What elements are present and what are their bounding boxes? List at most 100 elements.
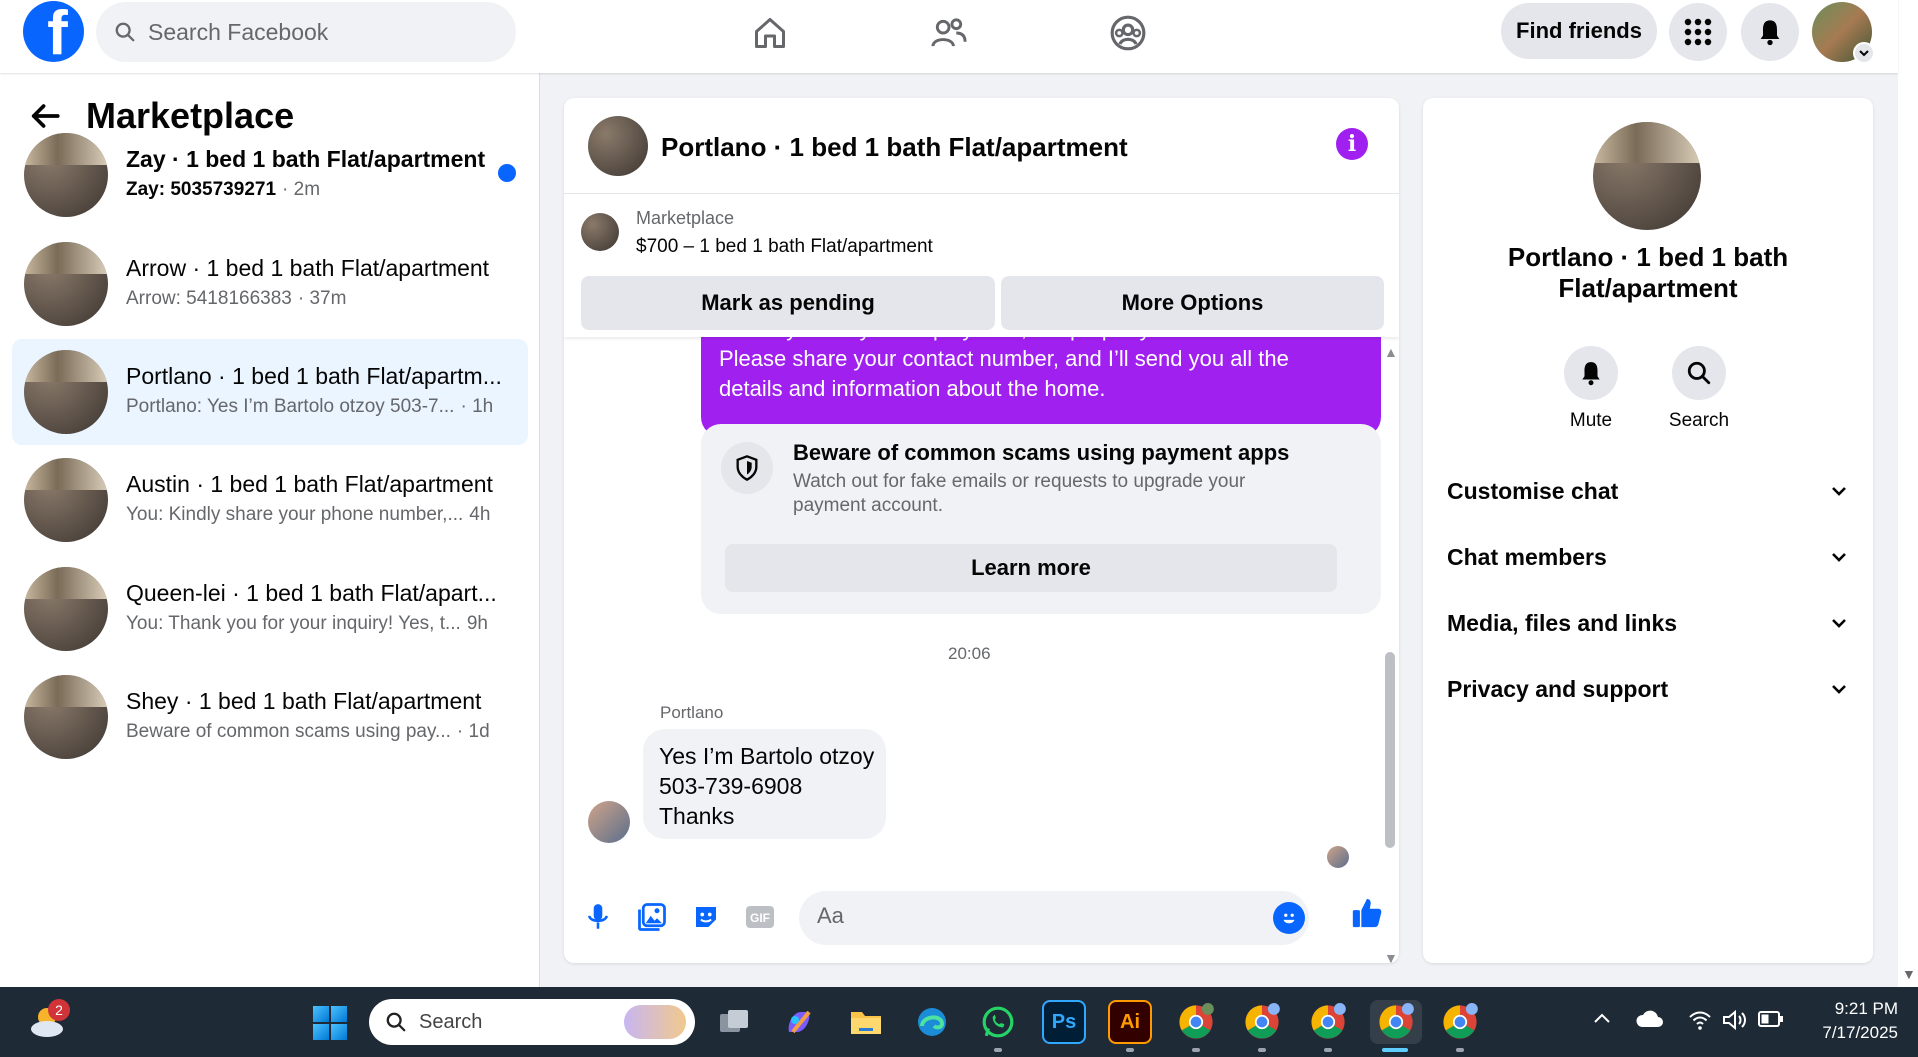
- task-view-icon[interactable]: [712, 1000, 756, 1044]
- find-friends-button[interactable]: Find friends: [1501, 3, 1657, 59]
- scrollbar-thumb[interactable]: [1385, 652, 1395, 848]
- conversation-snippet-row: Zay: 5035739271 · 2m: [126, 179, 526, 201]
- file-explorer-icon[interactable]: [844, 1000, 888, 1044]
- app-running-indicator: [1324, 1048, 1332, 1052]
- chrome-profile-5-icon[interactable]: [1438, 1000, 1482, 1044]
- onedrive-cloud-icon[interactable]: [1636, 1009, 1664, 1035]
- conversation-title: Queen-lei · 1 bed 1 bath Flat/apart...: [126, 580, 497, 606]
- groups-tab[interactable]: [1073, 8, 1183, 58]
- conversation-snippet: Portlano: Yes I’m Bartolo otzoy 503-7...: [126, 396, 455, 417]
- mute-action[interactable]: Mute: [1546, 346, 1636, 432]
- chevron-down-icon: [1832, 553, 1846, 562]
- accordion-media-files-links[interactable]: Media, files and links: [1447, 598, 1849, 648]
- conversation-snippet-row: Beware of common scams using pay... · 1d: [126, 721, 526, 743]
- learn-more-button[interactable]: Learn more: [725, 544, 1337, 592]
- search-input[interactable]: [148, 18, 478, 46]
- page-scrollbar[interactable]: ▼: [1898, 0, 1918, 987]
- listing-price-title[interactable]: $700 – 1 bed 1 bath Flat/apartment: [636, 236, 933, 258]
- taskbar-search[interactable]: [369, 999, 695, 1045]
- windows-start-icon[interactable]: [313, 1006, 347, 1040]
- conversation-item-active[interactable]: Portlano · 1 bed 1 bath Flat/apartm... P…: [12, 339, 528, 445]
- microphone-icon[interactable]: [581, 900, 615, 934]
- message-line: Thanks: [659, 803, 735, 829]
- chrome-profile-4-icon-active[interactable]: [1370, 1000, 1422, 1044]
- unread-indicator: [498, 164, 516, 182]
- copilot-icon[interactable]: [777, 1000, 821, 1044]
- like-thumbs-up-icon[interactable]: [1350, 896, 1384, 930]
- chrome-profile-1-icon[interactable]: [1174, 1000, 1218, 1044]
- gif-icon[interactable]: GIF: [743, 900, 777, 934]
- listing-thumbnail: [24, 133, 108, 217]
- notifications-button[interactable]: [1741, 3, 1799, 61]
- scroll-down-icon[interactable]: ▼: [1902, 966, 1916, 982]
- accordion-chat-members[interactable]: Chat members: [1447, 532, 1849, 582]
- friends-icon: [931, 18, 967, 47]
- listing-photo[interactable]: [1593, 122, 1701, 230]
- chevron-down-icon: [1832, 685, 1846, 694]
- incoming-message-bubble: Yes I’m Bartolo otzoy 503-739-6908 Thank…: [643, 729, 886, 839]
- accordion-label: Media, files and links: [1447, 609, 1678, 636]
- marketplace-listing-bar: Marketplace $700 – 1 bed 1 bath Flat/apa…: [564, 194, 1399, 436]
- scam-warning-title: Beware of common scams using payment app…: [793, 440, 1290, 465]
- chat-thumbnail[interactable]: [588, 116, 648, 176]
- home-icon: [755, 18, 785, 48]
- search-icon: [1687, 361, 1711, 385]
- conversation-snippet: Zay: 5035739271: [126, 179, 277, 200]
- friends-tab[interactable]: [894, 8, 1004, 58]
- facebook-logo[interactable]: f: [23, 1, 84, 62]
- conversation-item[interactable]: Austin · 1 bed 1 bath Flat/apartment You…: [12, 447, 528, 553]
- conversation-item[interactable]: Zay · 1 bed 1 bath Flat/apartment Zay: 5…: [12, 122, 528, 228]
- conversation-time: · 1h: [460, 396, 494, 417]
- accordion-privacy-support[interactable]: Privacy and support: [1447, 664, 1849, 714]
- conversation-title: Arrow · 1 bed 1 bath Flat/apartment: [126, 255, 490, 281]
- conversation-item[interactable]: Shey · 1 bed 1 bath Flat/apartment Bewar…: [12, 664, 528, 770]
- sticker-icon[interactable]: [689, 900, 723, 934]
- more-options-button[interactable]: More Options: [1001, 276, 1384, 330]
- conversation-snippet-row: You: Thank you for your inquiry! Yes, t.…: [126, 613, 526, 635]
- taskbar-search-input[interactable]: [419, 1010, 599, 1034]
- accordion-customise-chat[interactable]: Customise chat: [1447, 466, 1849, 516]
- search-highlight-icon: [624, 1005, 686, 1039]
- whatsapp-icon[interactable]: [976, 1000, 1020, 1044]
- volume-icon[interactable]: [1722, 1009, 1748, 1037]
- mute-button[interactable]: [1564, 346, 1618, 400]
- menu-button[interactable]: [1669, 3, 1727, 61]
- listing-thumbnail[interactable]: [581, 213, 619, 251]
- conversation-snippet-row: You: Kindly share your phone number,... 4…: [126, 504, 526, 526]
- info-panel-title: Portlano · 1 bed 1 bath Flat/apartment: [1507, 242, 1789, 303]
- conversation-snippet-row: Arrow: 5418166383 · 37m: [126, 288, 526, 310]
- sender-avatar[interactable]: [588, 801, 630, 843]
- info-icon[interactable]: i: [1336, 128, 1368, 160]
- app-running-indicator: [1192, 1048, 1200, 1052]
- app-running-indicator: [1456, 1048, 1464, 1052]
- emoji-icon[interactable]: [1273, 902, 1305, 934]
- mark-as-pending-button[interactable]: Mark as pending: [581, 276, 995, 330]
- chevron-down-icon: [1859, 50, 1869, 57]
- conversation-snippet: You: Kindly share your phone number,...: [126, 504, 464, 525]
- message-input[interactable]: [817, 903, 1237, 929]
- conversation-time: · 2m: [282, 179, 321, 200]
- app-running-indicator: [1258, 1048, 1266, 1052]
- system-clock[interactable]: 9:21 PM 7/17/2025: [1798, 997, 1898, 1045]
- message-timestamp: 20:06: [948, 644, 991, 663]
- search-in-chat-button[interactable]: [1672, 346, 1726, 400]
- listing-thumbnail: [24, 242, 108, 326]
- account-chevron[interactable]: [1853, 42, 1875, 64]
- chevron-up-icon[interactable]: [1592, 1009, 1612, 1035]
- chat-title[interactable]: Portlano · 1 bed 1 bath Flat/apartment: [661, 132, 1128, 163]
- conversation-item[interactable]: Queen-lei · 1 bed 1 bath Flat/apart... Y…: [12, 556, 528, 662]
- chrome-profile-3-icon[interactable]: [1306, 1000, 1350, 1044]
- photoshop-icon[interactable]: Ps: [1042, 1000, 1086, 1044]
- search-action[interactable]: Search: [1654, 346, 1744, 432]
- wifi-icon[interactable]: [1688, 1009, 1712, 1037]
- listing-bar-background: Marketplace $700 – 1 bed 1 bath Flat/apa…: [564, 194, 1399, 337]
- mute-label: Mute: [1569, 410, 1613, 431]
- battery-icon[interactable]: [1758, 1009, 1784, 1035]
- edge-browser-icon[interactable]: [910, 1000, 954, 1044]
- chrome-profile-2-icon[interactable]: [1240, 1000, 1284, 1044]
- illustrator-icon[interactable]: Ai: [1108, 1000, 1152, 1044]
- home-tab[interactable]: [715, 8, 825, 58]
- facebook-search[interactable]: [96, 2, 516, 62]
- photo-icon[interactable]: [635, 900, 669, 934]
- conversation-item[interactable]: Arrow · 1 bed 1 bath Flat/apartment Arro…: [12, 231, 528, 337]
